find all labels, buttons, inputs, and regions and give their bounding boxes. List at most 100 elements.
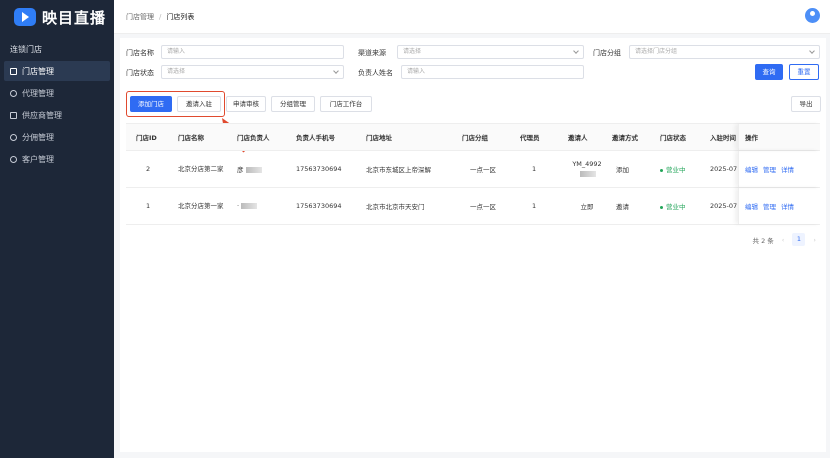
edit-link[interactable]: 编辑	[745, 164, 758, 174]
col-header: 门店分组	[462, 134, 488, 142]
sidebar-item-label: 代理管理	[22, 88, 54, 98]
main: 门店管理 / 门店列表 门店名称 请输入 渠道来源 请选择 门店分组 请选择门店…	[114, 0, 830, 458]
invite-button[interactable]: 邀请入驻	[177, 96, 221, 112]
cell-status: 营业中	[654, 201, 704, 211]
logo[interactable]: 映目直播	[0, 0, 114, 34]
avatar[interactable]	[805, 8, 820, 23]
status-badge: 营业中	[660, 203, 686, 211]
sidebar: 映目直播 连锁门店 门店管理 代理管理 供应商管理 分佣管理 客户管理	[0, 0, 114, 458]
col-header: 邀请方式	[612, 134, 638, 142]
workbench-button[interactable]: 门店工作台	[320, 96, 372, 112]
cell-owner: 彦	[231, 164, 290, 174]
app: 映目直播 连锁门店 门店管理 代理管理 供应商管理 分佣管理 客户管理 门店管理…	[0, 0, 830, 458]
sidebar-item-label: 供应商管理	[22, 110, 62, 120]
channel-placeholder: 请选择	[403, 48, 422, 55]
status-select[interactable]: 请选择	[161, 65, 344, 79]
pagination: 共 2 条 ‹ 1 ›	[752, 233, 816, 246]
cell-group: 一点一区	[470, 166, 496, 174]
owner-input[interactable]: 请输入	[401, 65, 584, 79]
sidebar-item-store[interactable]: 门店管理	[4, 61, 110, 81]
add-store-button[interactable]: 添加门店	[130, 96, 172, 112]
cell-id: 1	[146, 202, 151, 210]
reset-button[interactable]: 重置	[789, 64, 819, 80]
store-table: 门店ID 门店名称 门店负责人 负责人手机号 门店地址 门店分组 代理员 邀请人…	[126, 123, 820, 225]
chevron-down-icon	[573, 48, 579, 54]
cell-phone: 17563730694	[296, 202, 342, 210]
cell-name: 北京分店第一家	[178, 202, 224, 210]
detail-link[interactable]: 详情	[781, 164, 794, 174]
col-header: 门店ID	[136, 134, 157, 142]
cell-name: 北京分店第二家	[178, 165, 224, 173]
table-row: 2 北京分店第二家 彦 17563730694 北京市东城区上帝深解 一点一区 …	[126, 151, 820, 188]
col-header: 入驻时间	[710, 134, 736, 142]
cell-agent: 1	[532, 202, 537, 210]
table-header: 门店ID 门店名称 门店负责人 负责人手机号 门店地址 门店分组 代理员 邀请人…	[126, 123, 820, 151]
sidebar-item-supplier[interactable]: 供应商管理	[4, 105, 110, 125]
group-label: 门店分组	[593, 49, 621, 57]
breadcrumb: 门店管理 / 门店列表	[114, 0, 830, 34]
cell-actions: 编辑 管理 详情	[738, 151, 820, 187]
cell-method: 邀请	[616, 203, 629, 211]
query-button[interactable]: 查询	[755, 64, 783, 80]
content-panel: 门店名称 请输入 渠道来源 请选择 门店分组 请选择门店分组 门店状态 请选择 …	[120, 38, 826, 452]
cell-address: 北京市北京市天安门	[366, 203, 425, 211]
owner-text: 彦	[237, 166, 244, 174]
chevron-down-icon	[333, 68, 339, 74]
col-header: 邀请人	[568, 134, 588, 142]
sidebar-item-label: 分佣管理	[22, 132, 54, 142]
commission-icon	[10, 133, 17, 141]
group-manage-button[interactable]: 分组管理	[271, 96, 315, 112]
export-button[interactable]: 导出	[791, 96, 821, 112]
manage-link[interactable]: 管理	[763, 201, 776, 211]
customer-icon	[10, 155, 17, 163]
col-header: 负责人手机号	[296, 134, 335, 142]
col-header: 操作	[738, 124, 820, 150]
cell-time: 2025-07	[710, 202, 738, 210]
edit-link[interactable]: 编辑	[745, 201, 758, 211]
cell-owner: ·	[231, 202, 290, 210]
sidebar-item-commission[interactable]: 分佣管理	[4, 127, 110, 147]
total-count: 共 2 条	[752, 236, 774, 245]
redacted-block	[580, 171, 596, 177]
sidebar-item-customer[interactable]: 客户管理	[4, 149, 110, 169]
col-header: 门店地址	[366, 134, 392, 142]
channel-select[interactable]: 请选择	[397, 45, 584, 59]
owner-text: ·	[237, 202, 240, 210]
channel-label: 渠道来源	[358, 49, 386, 57]
status-label: 门店状态	[126, 69, 154, 77]
breadcrumb-current: 门店列表	[166, 12, 195, 21]
sidebar-item-label: 客户管理	[22, 154, 54, 164]
col-header: 代理员	[520, 134, 540, 142]
sidebar-item-agent[interactable]: 代理管理	[4, 83, 110, 103]
logo-play-icon	[14, 8, 36, 26]
table-row: 1 北京分店第一家 · 17563730694 北京市北京市天安门 一点一区 1…	[126, 188, 820, 225]
next-page-icon[interactable]: ›	[813, 236, 816, 244]
cell-actions: 编辑 管理 详情	[738, 188, 820, 224]
manage-link[interactable]: 管理	[763, 164, 776, 174]
cell-address: 北京市东城区上帝深解	[366, 166, 431, 174]
cell-inviter: 立即	[580, 203, 594, 211]
breadcrumb-separator: /	[159, 12, 162, 21]
audit-button[interactable]: 申请审核	[226, 96, 266, 112]
cell-time: 2025-07	[710, 165, 738, 173]
page-number[interactable]: 1	[792, 233, 806, 246]
prev-page-icon[interactable]: ‹	[782, 236, 785, 244]
col-header: 门店状态	[660, 134, 686, 142]
col-header: 门店负责人	[237, 134, 270, 142]
cell-agent: 1	[532, 165, 537, 173]
owner-label: 负责人姓名	[358, 69, 393, 77]
cell-phone: 17563730694	[296, 165, 342, 173]
sidebar-item-label: 门店管理	[22, 66, 54, 76]
group-placeholder: 请选择门店分组	[635, 48, 678, 55]
status-placeholder: 请选择	[167, 68, 186, 75]
cell-inviter: YM_4992	[562, 159, 606, 179]
redacted-block	[245, 167, 262, 173]
detail-link[interactable]: 详情	[781, 201, 794, 211]
redacted-block	[241, 203, 258, 209]
store-name-label: 门店名称	[126, 49, 154, 57]
user-icon	[10, 89, 17, 97]
store-name-input[interactable]: 请输入	[161, 45, 344, 59]
breadcrumb-parent[interactable]: 门店管理	[126, 12, 154, 22]
cell-method: 添加	[616, 166, 629, 174]
group-select[interactable]: 请选择门店分组	[629, 45, 820, 59]
